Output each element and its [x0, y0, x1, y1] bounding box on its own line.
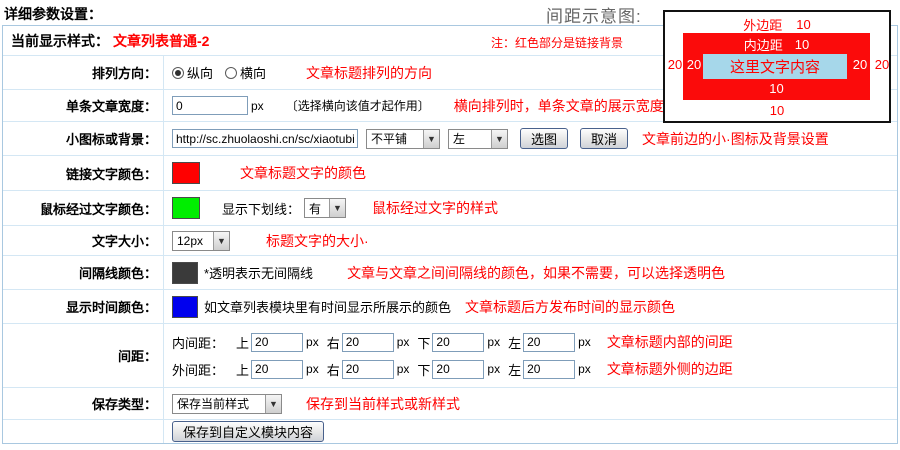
spacing-label: 间距：	[3, 324, 164, 387]
icon-align-value: 左	[449, 130, 491, 147]
save-type-note: 保存到当前样式或新样式	[306, 394, 460, 414]
icon-align-select[interactable]: 左 ▼	[448, 129, 508, 149]
icon-url-input[interactable]	[172, 129, 358, 148]
direction-horizontal-option[interactable]: 横向	[225, 63, 266, 82]
item-width-note: 横向排列时，单条文章的展示宽度	[454, 96, 664, 116]
font-size-label: 文字大小：	[3, 226, 164, 255]
font-size-row: 文字大小： 12px ▼ 标题文字的大小·	[3, 226, 897, 256]
outer-spacing-line: 外间距： 上px 右px 下px 左px 文章标题外侧的边距	[172, 359, 897, 379]
inner-spacing-label: 内间距：	[172, 333, 228, 352]
page-title: 详细参数设置：	[4, 4, 102, 24]
time-color-hint: 如文章列表模块里有时间显示所展示的颜色	[204, 297, 451, 316]
time-color-row: 显示时间颜色： 如文章列表模块里有时间显示所展示的颜色 文章标题后方发布时间的显…	[3, 290, 897, 324]
outer-bottom-input[interactable]	[432, 360, 484, 379]
tile-mode-value: 不平铺	[367, 130, 423, 147]
chevron-down-icon: ▼	[213, 232, 229, 250]
save-to-custom-module-button[interactable]: 保存到自定义模块内容	[172, 421, 324, 442]
icon-background-note: 文章前边的小·图标及背景设置	[642, 129, 829, 149]
link-color-note: 文章标题文字的颜色	[240, 163, 366, 183]
diagram-right-padding-value: 20	[851, 57, 869, 72]
link-color-label: 链接文字颜色：	[3, 156, 164, 190]
diagram-link-background: 内边距 10 这里文字内容 10	[683, 33, 870, 100]
current-style-value: 文章列表普通-2	[113, 31, 209, 51]
save-button-row: 保存到自定义模块内容	[3, 420, 897, 443]
diagram-outer-margin-label: 外边距 10	[665, 15, 889, 34]
save-type-select[interactable]: 保存当前样式 ▼	[172, 394, 282, 414]
inner-top-input[interactable]	[251, 333, 303, 352]
red-background-note: 注：红色部分是链接背景	[491, 34, 623, 51]
time-color-note: 文章标题后方发布时间的显示颜色	[465, 297, 675, 317]
item-width-hint: 〔选择横向该值才起作用〕	[286, 97, 430, 114]
save-type-value: 保存当前样式	[173, 395, 265, 412]
direction-label: 排列方向：	[3, 56, 164, 89]
horizontal-radio-label: 横向	[240, 63, 266, 82]
separator-transparent-hint: *透明表示无间隔线	[204, 263, 313, 282]
diagram-right-margin-value: 20	[873, 57, 891, 72]
diagram-inner-padding-label: 内边距 10	[683, 35, 870, 54]
hover-color-note: 鼠标经过文字的样式	[372, 198, 498, 218]
hover-color-label: 鼠标经过文字颜色：	[3, 191, 164, 225]
direction-vertical-option[interactable]: 纵向	[172, 63, 213, 82]
inner-spacing-line: 内间距： 上px 右px 下px 左px 文章标题内部的间距	[172, 332, 897, 352]
save-type-row: 保存类型： 保存当前样式 ▼ 保存到当前样式或新样式	[3, 388, 897, 420]
horizontal-radio[interactable]	[225, 67, 237, 79]
spacing-diagram-heading: 间距示意图:	[546, 2, 642, 27]
outer-left-input[interactable]	[523, 360, 575, 379]
chevron-down-icon: ▼	[423, 130, 439, 148]
underline-label: 显示下划线：	[222, 199, 300, 218]
inner-right-input[interactable]	[342, 333, 394, 352]
hover-color-swatch[interactable]	[172, 197, 200, 219]
spacing-row: 间距： 内间距： 上px 右px 下px 左px 文章标题内部的间距 外间距： …	[3, 324, 897, 388]
icon-background-label: 小图标或背景：	[3, 122, 164, 155]
diagram-left-margin-value: 20	[666, 57, 684, 72]
underline-value: 有	[305, 200, 329, 217]
tile-mode-select[interactable]: 不平铺 ▼	[366, 129, 440, 149]
separator-color-row: 间隔线颜色： *透明表示无间隔线 文章与文章之间间隔线的颜色，如果不需要，可以选…	[3, 256, 897, 290]
diagram-left-padding-value: 20	[685, 57, 703, 72]
chevron-down-icon: ▼	[265, 395, 281, 413]
inner-left-input[interactable]	[523, 333, 575, 352]
inner-bottom-input[interactable]	[432, 333, 484, 352]
choose-image-button[interactable]: 选图	[520, 128, 568, 149]
time-color-label: 显示时间颜色：	[3, 290, 164, 323]
item-width-unit: px	[251, 99, 264, 113]
diagram-bottom-padding-value: 10	[683, 81, 870, 96]
outer-spacing-label: 外间距：	[172, 360, 228, 379]
spacing-diagram: 外边距 10 内边距 10 这里文字内容 10 10 20 20 20 20	[663, 10, 891, 123]
outer-top-input[interactable]	[251, 360, 303, 379]
save-type-label: 保存类型：	[3, 388, 164, 419]
link-color-swatch[interactable]	[172, 162, 200, 184]
outer-right-input[interactable]	[342, 360, 394, 379]
hover-color-row: 鼠标经过文字颜色： 显示下划线： 有 ▼ 鼠标经过文字的样式	[3, 191, 897, 226]
inner-spacing-note: 文章标题内部的间距	[607, 332, 733, 352]
font-size-value: 12px	[173, 234, 213, 248]
chevron-down-icon: ▼	[491, 130, 507, 148]
diagram-bottom-margin-value: 10	[665, 103, 889, 118]
item-width-input[interactable]	[172, 96, 248, 115]
separator-color-note: 文章与文章之间间隔线的颜色，如果不需要，可以选择透明色	[347, 263, 725, 283]
cancel-image-button[interactable]: 取消	[580, 128, 628, 149]
vertical-radio-label: 纵向	[187, 63, 213, 82]
separator-color-swatch[interactable]	[172, 262, 198, 284]
direction-note: 文章标题排列的方向	[306, 63, 432, 83]
chevron-down-icon: ▼	[329, 199, 345, 217]
diagram-content-box: 这里文字内容	[703, 54, 847, 79]
icon-background-row: 小图标或背景： 不平铺 ▼ 左 ▼ 选图 取消 文章前边的小·图标及背景设置	[3, 122, 897, 156]
font-size-note: 标题文字的大小·	[266, 231, 369, 251]
font-size-select[interactable]: 12px ▼	[172, 231, 230, 251]
current-style-label: 当前显示样式：	[11, 31, 109, 51]
time-color-swatch[interactable]	[172, 296, 198, 318]
underline-select[interactable]: 有 ▼	[304, 198, 346, 218]
link-color-row: 链接文字颜色： 文章标题文字的颜色	[3, 156, 897, 191]
outer-spacing-note: 文章标题外侧的边距	[607, 359, 733, 379]
item-width-label: 单条文章宽度：	[3, 90, 164, 121]
separator-color-label: 间隔线颜色：	[3, 256, 164, 289]
vertical-radio[interactable]	[172, 67, 184, 79]
